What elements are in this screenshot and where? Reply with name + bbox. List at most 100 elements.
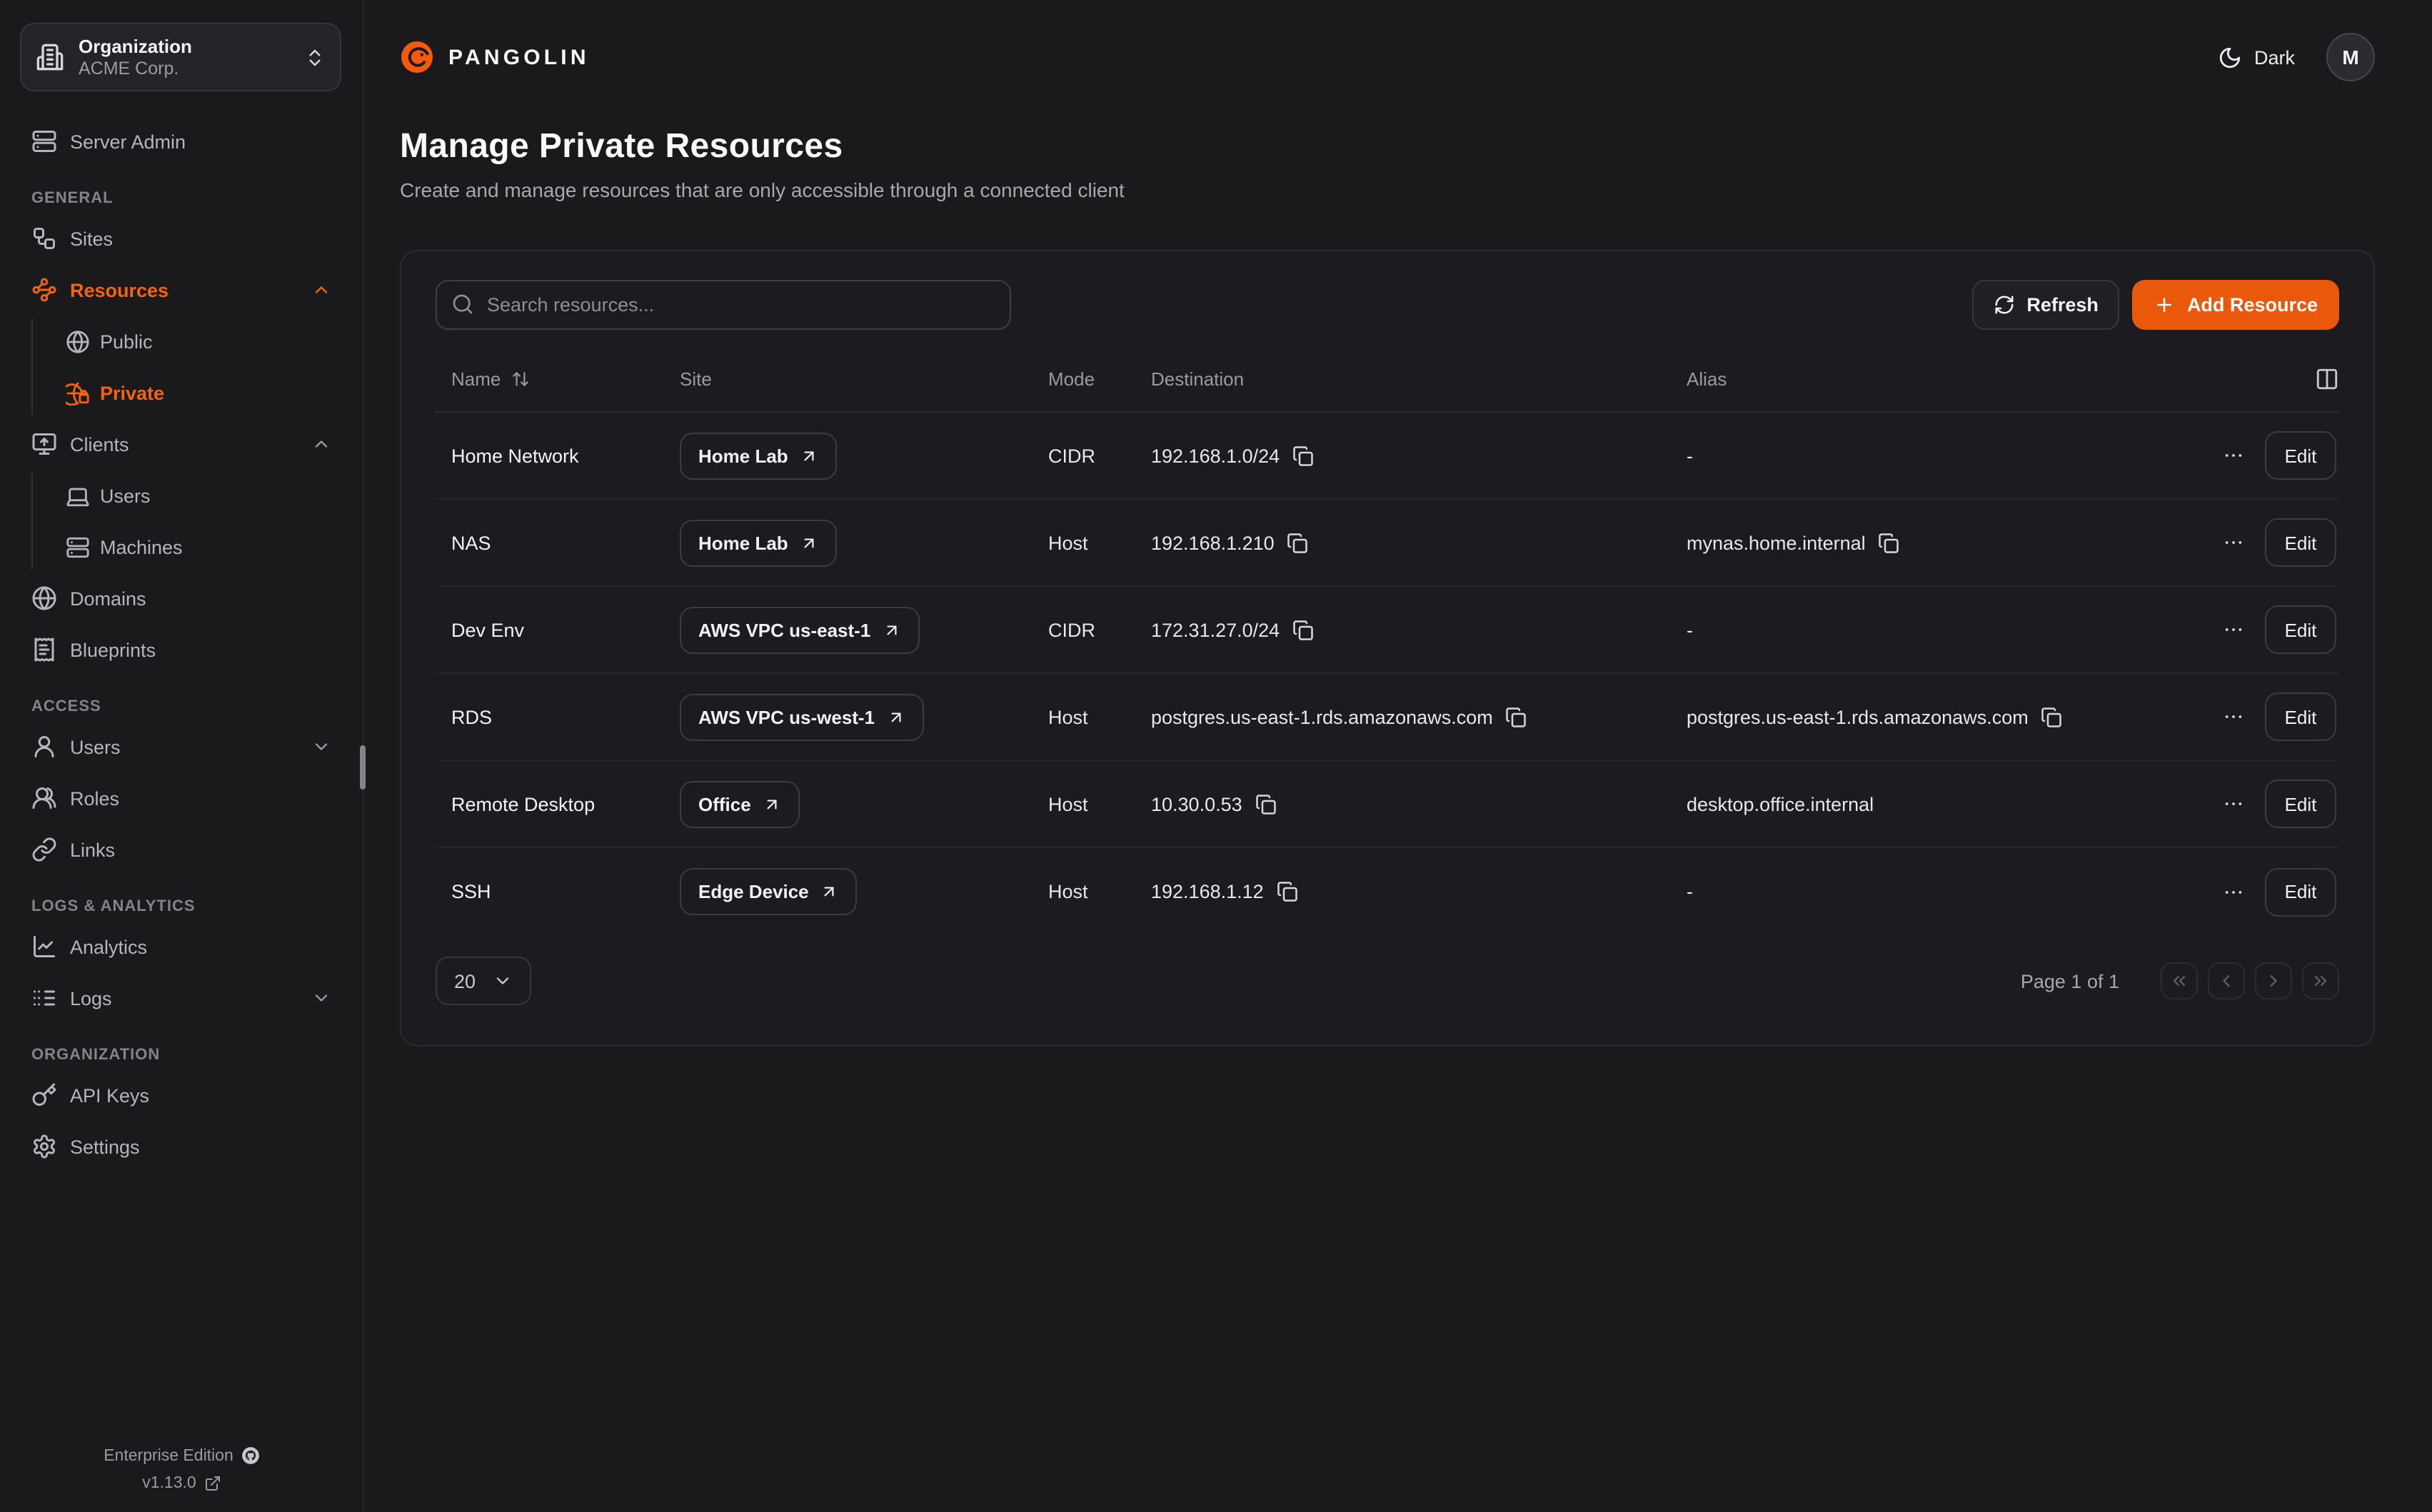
resources-subnav: Public Private [31, 318, 343, 415]
resources-table: Name Site Mode Destination Alias Home Ne… [436, 347, 2339, 935]
edit-button[interactable]: Edit [2265, 431, 2336, 480]
site-link-button[interactable]: Home Lab [680, 519, 837, 566]
copy-alias-button[interactable] [1879, 532, 1900, 553]
sidebar-item-analytics[interactable]: Analytics [20, 924, 343, 969]
previous-page-button[interactable] [2208, 962, 2245, 999]
chevron-up-icon [311, 280, 331, 300]
sort-icon [511, 370, 529, 388]
sidebar-item-server-admin[interactable]: Server Admin [20, 119, 343, 164]
resource-alias: - [1687, 619, 1693, 640]
sidebar-item-blueprints[interactable]: Blueprints [20, 627, 343, 672]
site-link-button[interactable]: AWS VPC us-east-1 [680, 606, 919, 653]
copy-icon [1255, 793, 1277, 815]
sidebar-item-users[interactable]: Users [20, 724, 343, 770]
sidebar-footer: Enterprise Edition v1.13.0 [0, 1446, 364, 1492]
brand: PANGOLIN [400, 40, 590, 74]
copy-destination-button[interactable] [1292, 619, 1314, 640]
first-page-button[interactable] [2161, 962, 2198, 999]
version-link[interactable]: v1.13.0 [142, 1475, 221, 1492]
sidebar-item-client-users[interactable]: Users [60, 473, 343, 518]
sidebar-section-organization: ORGANIZATION [20, 1047, 343, 1064]
copy-destination-button[interactable] [1506, 706, 1527, 727]
theme-toggle[interactable]: Dark [2219, 45, 2295, 69]
add-resource-button[interactable]: Add Resource [2133, 280, 2339, 330]
table-row: RDSAWS VPC us-west-1Hostpostgres.us-east… [436, 674, 2339, 761]
site-link-button[interactable]: Edge Device [680, 868, 858, 915]
resource-destination: 192.168.1.12 [1151, 881, 1264, 902]
analytics-icon [31, 934, 57, 959]
sidebar-item-clients[interactable]: Clients [20, 421, 343, 467]
arrow-up-right-icon [800, 446, 818, 465]
sidebar-item-machines[interactable]: Machines [60, 524, 343, 570]
resource-alias: - [1687, 881, 1693, 902]
sidebar-item-public[interactable]: Public [60, 318, 343, 364]
copy-destination-button[interactable] [1287, 532, 1309, 553]
sidebar-item-sites[interactable]: Sites [20, 216, 343, 261]
site-link-button[interactable]: Home Lab [680, 432, 837, 479]
column-header-site: Site [680, 368, 1048, 390]
pangolin-logo-icon [400, 40, 434, 74]
github-icon[interactable] [242, 1446, 261, 1465]
sort-by-name-button[interactable]: Name [451, 368, 529, 390]
column-settings-button[interactable] [2315, 367, 2339, 391]
search-input[interactable] [436, 280, 1011, 330]
site-name: Edge Device [698, 881, 809, 902]
copy-alias-button[interactable] [2041, 706, 2063, 727]
site-link-button[interactable]: AWS VPC us-west-1 [680, 693, 923, 740]
sidebar-item-private[interactable]: Private [60, 370, 343, 415]
arrow-up-right-icon [800, 533, 818, 552]
resource-alias: desktop.office.internal [1687, 793, 1874, 815]
resource-mode: CIDR [1048, 445, 1095, 466]
sidebar-item-label: Resources [70, 279, 169, 301]
row-menu-button[interactable] [2219, 615, 2248, 644]
edit-button[interactable]: Edit [2265, 692, 2336, 741]
sidebar-item-api-keys[interactable]: API Keys [20, 1072, 343, 1118]
chevron-down-icon [493, 971, 513, 991]
chevron-down-icon [311, 737, 331, 757]
sidebar-item-roles[interactable]: Roles [20, 775, 343, 821]
copy-destination-button[interactable] [1292, 445, 1314, 466]
next-page-button[interactable] [2255, 962, 2292, 999]
copy-icon [1277, 881, 1298, 902]
row-menu-button[interactable] [2219, 528, 2248, 557]
refresh-label: Refresh [2026, 294, 2099, 316]
clients-icon [31, 431, 57, 457]
edit-button[interactable]: Edit [2265, 518, 2336, 567]
copy-destination-button[interactable] [1255, 793, 1277, 815]
row-menu-button[interactable] [2219, 790, 2248, 818]
sidebar-item-resources[interactable]: Resources [20, 267, 343, 313]
avatar[interactable]: M [2326, 33, 2375, 81]
laptop-icon [66, 483, 90, 508]
plus-icon [2154, 294, 2176, 316]
sidebar-item-domains[interactable]: Domains [20, 575, 343, 621]
org-switcher[interactable]: Organization ACME Corp. [20, 23, 341, 91]
table-row: Home NetworkHome LabCIDR192.168.1.0/24-E… [436, 413, 2339, 500]
row-menu-button[interactable] [2219, 877, 2248, 906]
sidebar-item-settings[interactable]: Settings [20, 1124, 343, 1169]
edit-button[interactable]: Edit [2265, 780, 2336, 828]
resource-mode: Host [1048, 706, 1088, 727]
users-icon [31, 734, 57, 760]
sidebar-item-label: Clients [70, 433, 129, 455]
resource-name: NAS [451, 532, 491, 553]
copy-destination-button[interactable] [1277, 881, 1298, 902]
sidebar-item-logs[interactable]: Logs [20, 975, 343, 1021]
row-menu-button[interactable] [2219, 702, 2248, 731]
table-row: Remote DesktopOfficeHost10.30.0.53deskto… [436, 761, 2339, 848]
site-link-button[interactable]: Office [680, 780, 800, 827]
resources-card: Refresh Add Resource Name [400, 250, 2375, 1047]
table-row: NASHome LabHost192.168.1.210mynas.home.i… [436, 500, 2339, 587]
copy-icon [1292, 619, 1314, 640]
table-body: Home NetworkHome LabCIDR192.168.1.0/24-E… [436, 413, 2339, 935]
refresh-button[interactable]: Refresh [1972, 280, 2120, 330]
sidebar-item-label: Roles [70, 787, 119, 809]
column-header-destination: Destination [1151, 368, 1687, 390]
sidebar-item-links[interactable]: Links [20, 827, 343, 872]
logs-icon [31, 985, 57, 1011]
edit-button[interactable]: Edit [2265, 867, 2336, 916]
last-page-button[interactable] [2302, 962, 2339, 999]
row-menu-button[interactable] [2219, 441, 2248, 470]
table-header: Name Site Mode Destination Alias [436, 347, 2339, 413]
edit-button[interactable]: Edit [2265, 605, 2336, 654]
page-size-select[interactable]: 20 [436, 957, 531, 1005]
